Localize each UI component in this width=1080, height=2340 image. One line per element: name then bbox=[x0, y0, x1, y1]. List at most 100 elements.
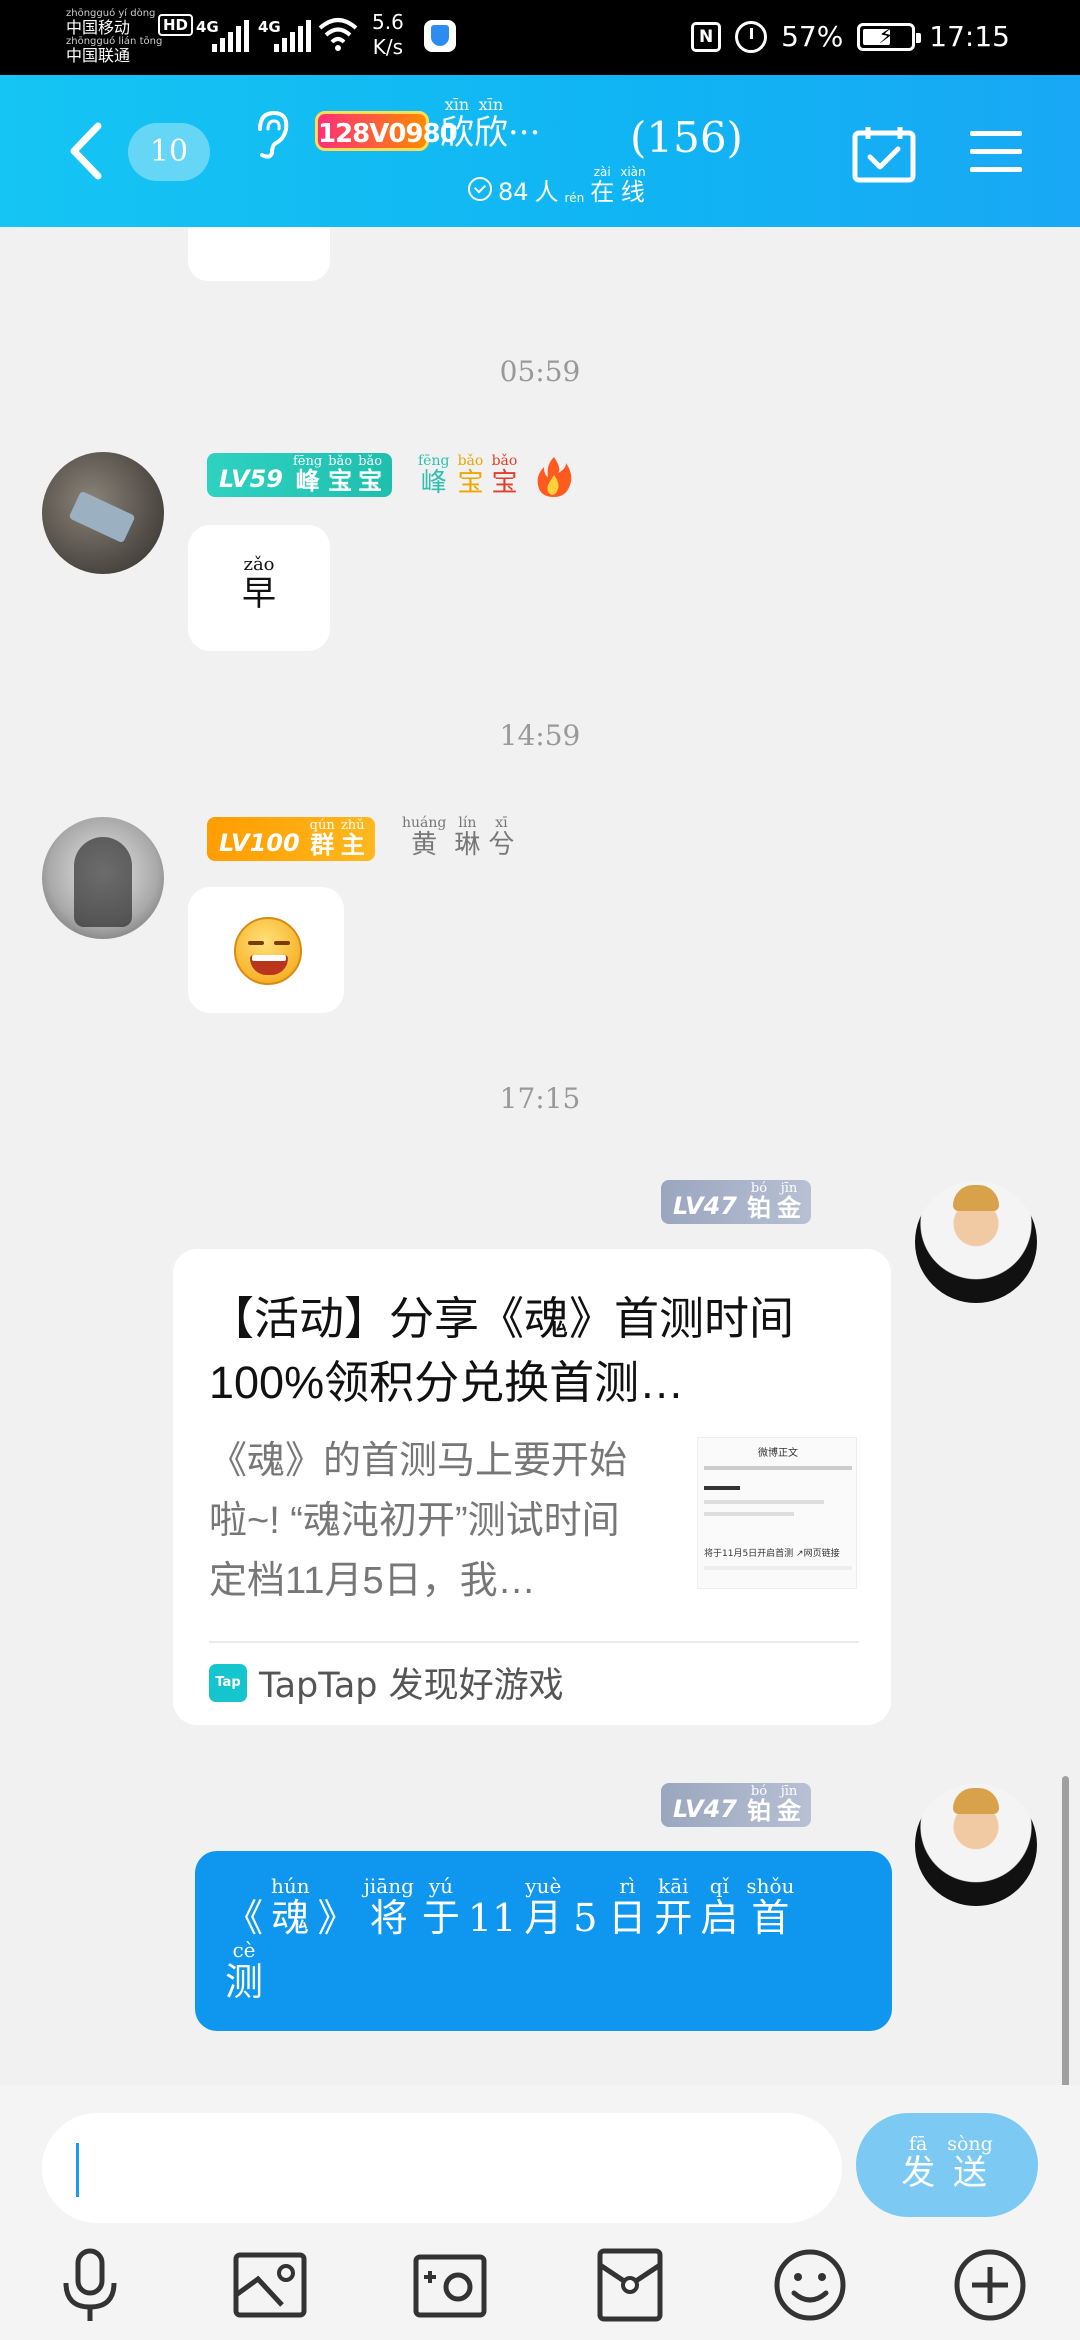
send-button[interactable]: fā 发 sòng 送 bbox=[856, 2113, 1038, 2217]
member-count[interactable]: (156) bbox=[630, 113, 743, 162]
send-label-char: sòng 送 bbox=[947, 2133, 993, 2193]
camera-icon[interactable] bbox=[410, 2245, 490, 2325]
online-text-char: 人 bbox=[534, 178, 559, 206]
image-icon[interactable] bbox=[230, 2245, 310, 2325]
nickname-char: huáng 黄 bbox=[402, 815, 447, 860]
carrier-2: 中国联通 bbox=[66, 46, 131, 65]
unread-count-badge[interactable]: 10 bbox=[128, 123, 210, 181]
battery-icon: ⚡ bbox=[857, 22, 922, 51]
message-line: 《 hún 魂》 jiāng 将 yú 于 11 yuè 月 5 rì 日 kāi 开 qǐ 启 shǒu 首 bbox=[225, 1875, 862, 1939]
message-char: 11 bbox=[467, 1896, 517, 1940]
level-badge: LV59 fēng 峰 bǎo 宝 bǎo 宝 bbox=[207, 453, 393, 497]
message-char: 《 bbox=[225, 1896, 264, 1940]
message-line: cè 测 bbox=[225, 1939, 862, 2003]
message-char: 5 bbox=[573, 1896, 598, 1940]
share-card-source: Tap TapTap 发现好游戏 bbox=[209, 1657, 564, 1708]
level-badge: LV100 qún 群 zhǔ 主 bbox=[207, 817, 375, 861]
level-badge: LV47 bó 铂 jīn 金 bbox=[661, 1783, 811, 1827]
message-bubble[interactable]: zǎo 早 bbox=[188, 525, 330, 651]
message-char: yuè 月 bbox=[524, 1874, 563, 1940]
level-label: LV59 bbox=[219, 465, 283, 493]
input-area: fā 发 sòng 送 bbox=[0, 2085, 1080, 2340]
nickname-char: fēng 峰 bbox=[418, 453, 450, 498]
nickname-char: bǎo 宝 bbox=[457, 453, 484, 498]
timestamp: 17:15 bbox=[499, 1082, 581, 1115]
online-status[interactable]: 84 人 rén zài 在 xiàn 线 bbox=[468, 165, 646, 205]
message-pinyin: zǎo bbox=[243, 554, 275, 575]
red-packet-icon[interactable] bbox=[590, 2245, 670, 2325]
thumbnail-title: 微博正文 bbox=[758, 1448, 798, 1459]
avatar[interactable] bbox=[42, 817, 164, 939]
alarm-icon bbox=[735, 20, 768, 53]
carrier-1: 中国移动 bbox=[66, 18, 131, 37]
message-char: hún 魂 bbox=[271, 1874, 310, 1940]
carrier-info: zhōngguó yí dòng 中国移动 zhōngguó lián tōng… bbox=[66, 8, 162, 64]
message-char: shǒu 首 bbox=[746, 1874, 795, 1940]
message-char: jiāng 将 bbox=[363, 1874, 414, 1940]
timestamp: 14:59 bbox=[499, 719, 581, 752]
divider bbox=[209, 1641, 859, 1643]
message-char: kāi 开 bbox=[654, 1874, 693, 1940]
plus-icon[interactable] bbox=[950, 2245, 1030, 2325]
message-char: qǐ 启 bbox=[700, 1874, 739, 1940]
emoji-icon[interactable] bbox=[770, 2245, 850, 2325]
message-char: cè 测 bbox=[225, 1938, 264, 2004]
rank-title: bó 铂 jīn 金 bbox=[746, 1181, 801, 1222]
calendar-check-icon[interactable] bbox=[852, 125, 916, 183]
shield-icon bbox=[424, 20, 456, 52]
menu-icon[interactable] bbox=[968, 127, 1024, 177]
self-avatar[interactable] bbox=[915, 1784, 1037, 1906]
online-text-char: xiàn 线 bbox=[620, 165, 646, 206]
group-name[interactable]: xīn 欣 xīn 欣 ··· bbox=[440, 95, 540, 153]
status-right: N 57% ⚡ 17:15 bbox=[691, 20, 1010, 53]
level-badge: LV47 bó 铂 jīn 金 bbox=[661, 1180, 811, 1224]
sender-nickname[interactable]: fēng 峰 bǎo 宝 bǎo 宝 bbox=[418, 453, 517, 497]
message-bubble-partial[interactable] bbox=[188, 227, 330, 281]
group-logo: 128V0980 bbox=[315, 111, 458, 151]
nickname-char: lín 琳 bbox=[454, 815, 481, 860]
chat-header: 10 128V0980 xīn 欣 xīn 欣 ··· (156) 84 人 rén zài… bbox=[0, 75, 1080, 227]
level-label: LV47 bbox=[673, 1192, 737, 1220]
group-name-char: xīn 欣 bbox=[474, 95, 508, 153]
speed-unit: K/s bbox=[372, 35, 404, 59]
level-label: LV47 bbox=[673, 1795, 737, 1823]
message-text: 早 bbox=[242, 574, 276, 614]
battery-percent: 57% bbox=[781, 20, 844, 53]
online-clock-icon bbox=[468, 177, 492, 201]
rank-title: bó 铂 jīn 金 bbox=[746, 1784, 801, 1825]
message-bubble[interactable] bbox=[188, 887, 344, 1013]
level-label: LV100 bbox=[219, 829, 300, 857]
sender-nickname[interactable]: huáng 黄 lín 琳 xī 兮 bbox=[402, 815, 514, 859]
share-card[interactable]: 【活动】分享《魂》首测时间 100%领积分兑换首测… 《魂》的首测马上要开始啦~… bbox=[173, 1249, 891, 1725]
avatar[interactable] bbox=[42, 452, 164, 574]
online-text-char: rén bbox=[564, 191, 585, 205]
scrollbar[interactable] bbox=[1062, 1776, 1069, 2085]
self-avatar[interactable] bbox=[915, 1181, 1037, 1303]
clock: 17:15 bbox=[929, 20, 1010, 53]
online-count: 84 bbox=[498, 178, 529, 206]
share-card-thumbnail: 微博正文 将于11月5日开启首测 ↗网页链接 bbox=[697, 1437, 857, 1589]
signal-1-icon: 4G bbox=[196, 18, 252, 52]
group-name-char: ··· bbox=[508, 113, 541, 153]
rank-title: qún 群 zhǔ 主 bbox=[309, 818, 365, 859]
text-caret bbox=[76, 2143, 79, 2197]
share-card-description: 《魂》的首测马上要开始啦~! “魂沌初开”测试时间定档11月5日，我… bbox=[209, 1440, 628, 1602]
microphone-icon[interactable] bbox=[50, 2245, 130, 2325]
network-speed: 5.6 K/s bbox=[372, 10, 404, 60]
share-source-label: TapTap 发现好游戏 bbox=[259, 1666, 564, 1706]
message-list[interactable]: 05:59 LV59 fēng 峰 bǎo 宝 bǎo 宝 fēng 峰 bǎo 宝 bǎo 宝 z… bbox=[0, 227, 1080, 2085]
wifi-icon bbox=[318, 18, 358, 51]
back-button[interactable] bbox=[62, 118, 112, 184]
share-card-title: 【活动】分享《魂》首测时间 100%领积分兑换首测… bbox=[209, 1293, 795, 1408]
online-text-char: zài 在 bbox=[590, 165, 615, 206]
input-toolbar bbox=[0, 2245, 1080, 2335]
message-input[interactable] bbox=[42, 2113, 842, 2223]
status-bar: zhōngguó yí dòng 中国移动 zhōngguó lián tōng… bbox=[0, 0, 1080, 75]
nfc-icon: N bbox=[691, 21, 722, 52]
message-bubble-self[interactable]: 《 hún 魂》 jiāng 将 yú 于 11 yuè 月 5 rì 日 kāi 开 qǐ 启 shǒu 首 cè… bbox=[195, 1851, 892, 2031]
timestamp: 05:59 bbox=[499, 355, 581, 388]
ear-icon[interactable] bbox=[252, 109, 292, 161]
message-char: rì 日 bbox=[608, 1874, 647, 1940]
hd-voice-icon: HD bbox=[158, 14, 194, 36]
grinning-emoji-icon bbox=[234, 917, 302, 985]
